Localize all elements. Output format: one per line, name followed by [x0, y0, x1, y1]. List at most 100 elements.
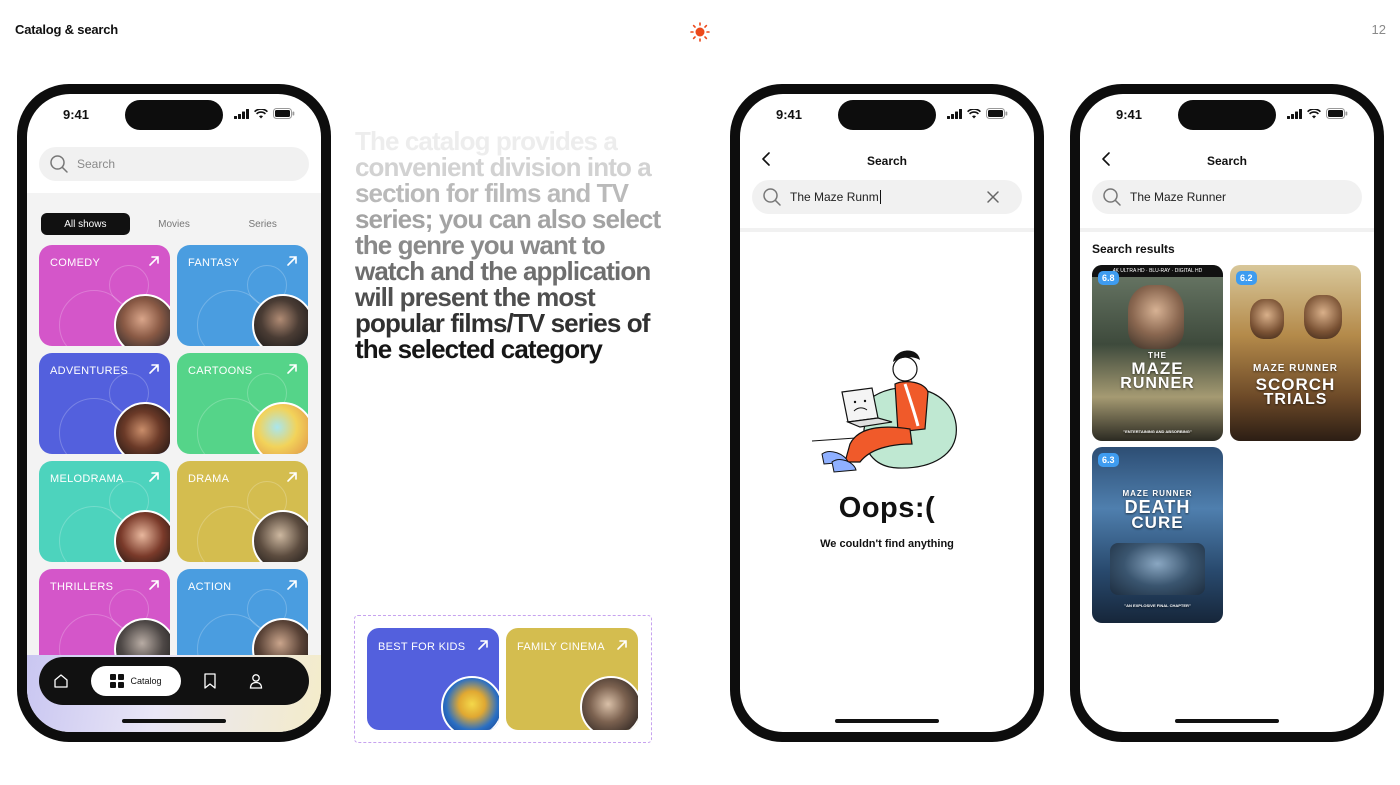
category-thumbnail [580, 676, 638, 730]
genre-label: ADVENTURES [50, 365, 129, 377]
battery-icon [1326, 108, 1348, 119]
genre-card-cartoons[interactable]: CARTOONS [177, 353, 308, 454]
rating-badge: 6.8 [1098, 271, 1119, 285]
dynamic-island [1178, 100, 1276, 130]
arrow-up-right-icon [149, 256, 159, 266]
empty-state-message: We couldn't find anything [820, 538, 954, 550]
arrow-up-right-icon [478, 640, 488, 650]
description-line: will present the most [355, 282, 596, 312]
category-card-family-cinema[interactable]: FAMILY CINEMA [506, 628, 638, 730]
genre-thumbnail [114, 510, 170, 562]
category-segment-control: All shows Movies Series [41, 213, 307, 235]
empty-search-phone: 9:41 Search The Maze Runm Oops:(We coul… [730, 84, 1044, 742]
bookmark-icon[interactable] [203, 673, 217, 689]
description-text: The catalog provides a convenient divisi… [355, 128, 685, 362]
wifi-icon [254, 108, 268, 118]
arrow-up-right-icon [149, 472, 159, 482]
status-time: 9:41 [776, 107, 803, 122]
genre-card-fantasy[interactable]: FANTASY [177, 245, 308, 346]
poster-title-top: MAZE RUNNER [1253, 363, 1338, 374]
home-icon[interactable] [53, 673, 69, 689]
description-line: The catalog provides a [355, 126, 618, 156]
search-query: The Maze Runner [1130, 190, 1227, 204]
poster-tagline: "AN EXPLOSIVE FINAL CHAPTER" [1124, 603, 1191, 608]
genre-card-melodrama[interactable]: MELODRAMA [39, 461, 170, 562]
genre-thumbnail [252, 402, 308, 454]
extra-categories: BEST FOR KIDS FAMILY CINEMA [354, 615, 652, 743]
rating-badge: 6.3 [1098, 453, 1119, 467]
search-input[interactable]: The Maze Runner [1092, 180, 1362, 214]
genre-thumbnail [252, 510, 308, 562]
category-card-best-for-kids[interactable]: BEST FOR KIDS [367, 628, 499, 730]
arrow-up-right-icon [287, 364, 297, 374]
category-label: FAMILY CINEMA [517, 641, 605, 653]
poster-title-line2: RUNNER [1120, 375, 1195, 392]
home-indicator [122, 719, 226, 723]
genre-label: THRILLERS [50, 581, 114, 593]
arrow-up-right-icon [287, 580, 297, 590]
poster-artwork [1110, 543, 1205, 595]
description-line: the selected category [355, 334, 603, 364]
genre-thumbnail [114, 294, 170, 346]
header-divider [740, 228, 1034, 232]
signal-icon [234, 108, 249, 119]
genre-card-adventures[interactable]: ADVENTURES [39, 353, 170, 454]
arrow-up-right-icon [617, 640, 627, 650]
nav-title: Search [1206, 154, 1248, 168]
genre-label: DRAMA [188, 473, 230, 485]
catalog-screen: 9:41 Search All shows Movies Series COME… [27, 94, 321, 732]
nav-title: Search [866, 154, 908, 168]
signal-icon [1287, 108, 1302, 119]
clear-icon[interactable] [986, 190, 1000, 204]
search-input[interactable]: Search [39, 147, 309, 181]
genre-card-drama[interactable]: DRAMA [177, 461, 308, 562]
empty-search-screen: 9:41 Search The Maze Runm Oops:(We coul… [740, 94, 1034, 732]
empty-state-illustration [811, 350, 957, 473]
genre-thumbnail [252, 294, 308, 346]
genre-card-comedy[interactable]: COMEDY [39, 245, 170, 346]
status-time: 9:41 [1116, 107, 1143, 122]
genre-grid: COMEDY FANTASY ADVENTURES CARTOONS MELOD… [39, 245, 309, 670]
status-icons [947, 108, 1008, 119]
search-query: The Maze Runm [790, 190, 879, 204]
search-icon [763, 188, 781, 206]
header-divider [1080, 228, 1374, 232]
profile-icon[interactable] [249, 673, 263, 689]
catalog-phone: 9:41 Search All shows Movies Series COME… [17, 84, 331, 742]
signal-icon [947, 108, 962, 119]
status-icons [1287, 108, 1348, 119]
poster-face [1250, 299, 1284, 339]
search-input[interactable]: The Maze Runm [752, 180, 1022, 214]
results-screen: 9:41 Search The Maze Runner Search resul… [1080, 94, 1374, 732]
results-title: Search results [1092, 242, 1175, 256]
dynamic-island [838, 100, 936, 130]
description-line: section for films and TV [355, 178, 629, 208]
poster-title-line2: TRIALS [1263, 391, 1328, 408]
description-line: the genre you want to [355, 230, 606, 260]
home-indicator [1175, 719, 1279, 723]
home-indicator [835, 719, 939, 723]
arrow-up-right-icon [149, 364, 159, 374]
genre-label: ACTION [188, 581, 232, 593]
segment-movies[interactable]: Movies [130, 213, 219, 235]
segment-all-shows[interactable]: All shows [41, 213, 130, 235]
search-icon [1103, 188, 1121, 206]
bottom-tabbar: Catalog [39, 657, 309, 705]
dynamic-island [125, 100, 223, 130]
tab-catalog[interactable]: Catalog [91, 666, 181, 696]
arrow-up-right-icon [287, 472, 297, 482]
text-cursor [879, 190, 881, 204]
genre-thumbnail [114, 402, 170, 454]
page-title: Catalog & search [15, 22, 119, 37]
catalog-icon [110, 674, 125, 688]
description-line: watch and the application [355, 256, 651, 286]
result-poster-death-cure[interactable]: 6.3 MAZE RUNNER DEATH CURE "AN EXPLOSIVE… [1092, 447, 1223, 623]
empty-state-title: Oops:( [838, 492, 936, 524]
arrow-up-right-icon [149, 580, 159, 590]
description-line: series; you can also select [355, 204, 661, 234]
page-number: 12 [1371, 22, 1386, 37]
result-poster-maze-runner[interactable]: 4K ULTRA HD · BLU-RAY · DIGITAL HD 6.8 T… [1092, 265, 1223, 441]
segment-series[interactable]: Series [218, 213, 307, 235]
genre-label: FANTASY [188, 257, 240, 269]
result-poster-scorch-trials[interactable]: 6.2 MAZE RUNNER SCORCH TRIALS [1230, 265, 1361, 441]
